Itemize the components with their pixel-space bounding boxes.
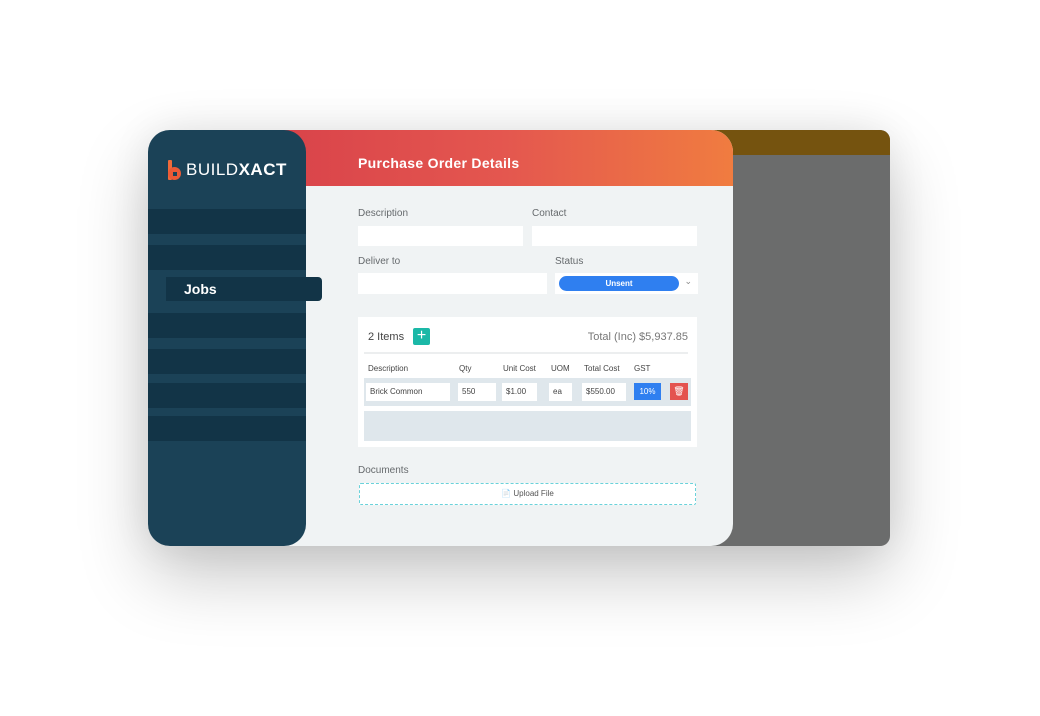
items-card: 2 Items + Total (Inc) $5,937.85 Descript…: [358, 317, 697, 447]
contact-input[interactable]: [532, 226, 697, 246]
logo-mark-icon: [168, 160, 182, 180]
delete-button[interactable]: 🗑: [670, 383, 688, 400]
table-row: Brick Common 550 $1.00 ea $550.00 10% 🗑: [364, 378, 691, 406]
add-item-button[interactable]: +: [413, 328, 430, 345]
buildxact-logo: BUILDXACT: [168, 160, 287, 180]
column-header: Description: [368, 364, 409, 373]
sidebar-item[interactable]: [148, 349, 306, 374]
table-row-empty: [364, 411, 691, 441]
deliver-to-input[interactable]: [358, 273, 547, 294]
deliver-to-label: Deliver to: [358, 256, 401, 267]
sidebar-item[interactable]: [148, 209, 306, 234]
panel-header: Purchase Order Details: [280, 130, 733, 186]
description-label: Description: [358, 208, 409, 219]
column-header: GST: [634, 364, 651, 373]
items-count: 2 Items: [368, 331, 405, 343]
sidebar: BUILDXACT Jobs: [148, 130, 322, 546]
logo-text-light: BUILD: [186, 160, 239, 179]
item-unit-cost-input[interactable]: $1.00: [502, 383, 537, 401]
column-header: Unit Cost: [503, 364, 536, 373]
item-qty-input[interactable]: 550: [458, 383, 496, 401]
item-description-input[interactable]: Brick Common: [366, 383, 450, 401]
column-header: UOM: [551, 364, 570, 373]
divider: [364, 352, 688, 354]
trash-icon: 🗑: [673, 386, 685, 396]
page-title: Purchase Order Details: [358, 155, 520, 171]
sidebar-item[interactable]: [148, 313, 306, 338]
plus-icon: +: [416, 327, 427, 344]
chevron-down-icon: ⌄: [684, 276, 692, 286]
description-input[interactable]: [358, 226, 523, 246]
column-header: Qty: [459, 364, 472, 373]
total-inc: Total (Inc) $5,937.85: [587, 331, 688, 343]
status-label: Status: [555, 256, 584, 267]
item-uom-input[interactable]: ea: [549, 383, 572, 401]
sidebar-item[interactable]: [148, 383, 306, 408]
documents-label: Documents: [358, 465, 409, 476]
status-badge: Unsent: [559, 276, 679, 291]
file-icon: 📄: [501, 489, 512, 498]
contact-label: Contact: [532, 208, 567, 219]
sidebar-item[interactable]: [148, 245, 306, 270]
column-header: Total Cost: [584, 364, 620, 373]
logo-text-bold: XACT: [238, 160, 287, 179]
item-total-cost[interactable]: $550.00: [582, 383, 626, 401]
sidebar-item-jobs[interactable]: Jobs: [166, 277, 322, 301]
status-select[interactable]: Unsent ⌄: [555, 273, 698, 294]
upload-file-button[interactable]: 📄 Upload File: [359, 483, 696, 505]
upload-file-label: Upload File: [513, 489, 554, 498]
gst-button[interactable]: 10%: [634, 383, 661, 400]
sidebar-item[interactable]: [148, 416, 306, 441]
